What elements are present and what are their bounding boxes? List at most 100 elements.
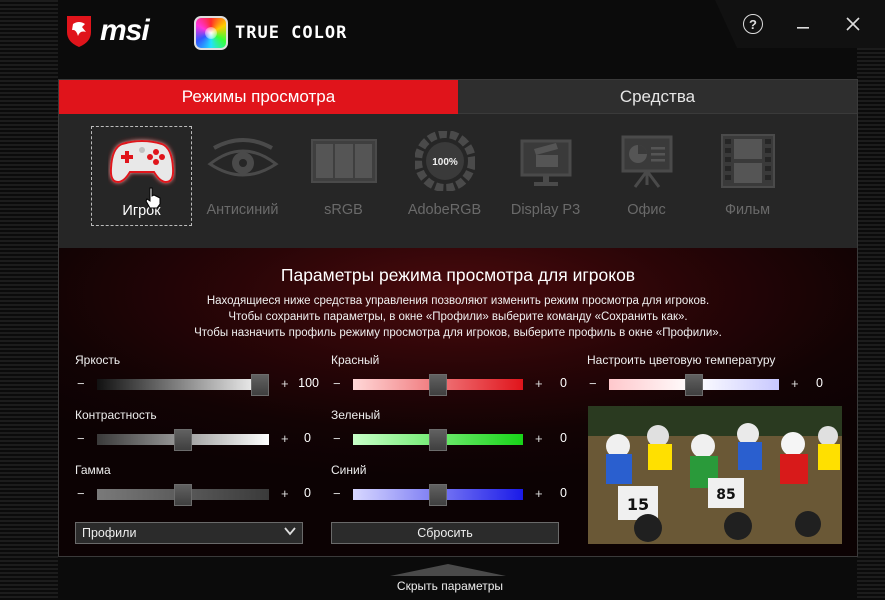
red-slider[interactable]: − + 0 bbox=[331, 374, 571, 396]
decrease-icon[interactable]: − bbox=[77, 376, 85, 391]
product-name: TRUE COLOR bbox=[235, 23, 348, 43]
decrease-icon[interactable]: − bbox=[333, 376, 341, 391]
mode-anti-blue[interactable]: Антисиний bbox=[192, 126, 293, 226]
gamma-track[interactable] bbox=[97, 484, 269, 506]
decrease-icon[interactable]: − bbox=[77, 486, 85, 501]
gamma-label: Гамма bbox=[75, 463, 111, 477]
question-circle-icon: ? bbox=[743, 14, 763, 34]
mode-label: Display P3 bbox=[510, 202, 581, 218]
msi-logo: msi bbox=[64, 14, 150, 48]
brightness-label: Яркость bbox=[75, 353, 121, 367]
srgb-panels-icon bbox=[310, 139, 377, 183]
mode-label: sRGB bbox=[324, 202, 363, 218]
eye-icon bbox=[206, 138, 279, 177]
mode-label: Фильм bbox=[724, 202, 771, 218]
mode-movie[interactable]: Фильм bbox=[697, 126, 798, 226]
window-controls: ? bbox=[715, 0, 885, 48]
parameters-title: Параметры режима просмотра для игроков bbox=[280, 265, 636, 285]
red-track[interactable] bbox=[353, 374, 523, 396]
description-line: Чтобы назначить профиль режиму просмотра… bbox=[194, 327, 722, 339]
slider-thumb[interactable] bbox=[685, 374, 703, 396]
color-temperature-slider[interactable]: − + 0 bbox=[587, 374, 842, 396]
green-slider[interactable]: − + 0 bbox=[331, 429, 571, 451]
blue-track[interactable] bbox=[353, 484, 523, 506]
blue-label: Синий bbox=[331, 463, 367, 477]
movie-monitor-icon bbox=[520, 139, 571, 186]
tab-bar: Режимы просмотра Средства bbox=[59, 80, 857, 114]
mode-parameters-section: Параметры режима просмотра для игроков Н… bbox=[59, 248, 857, 556]
slider-thumb[interactable] bbox=[429, 429, 447, 451]
description-line: Находящиеся ниже средства управления поз… bbox=[206, 295, 710, 307]
increase-icon[interactable]: + bbox=[281, 376, 289, 391]
slider-thumb[interactable] bbox=[429, 374, 447, 396]
brightness-track[interactable] bbox=[97, 374, 269, 396]
hand-cursor-icon bbox=[145, 187, 161, 209]
preview-image: 15 85 bbox=[588, 406, 842, 544]
collapse-arrow-icon bbox=[390, 564, 506, 576]
mode-adobergb[interactable]: 100% AdobeRGB bbox=[394, 126, 495, 226]
color-temperature-label: Настроить цветовую температуру bbox=[587, 353, 776, 367]
mode-label: AdobeRGB bbox=[407, 202, 482, 218]
profiles-dropdown[interactable]: Профили bbox=[75, 522, 303, 544]
contrast-label: Контрастность bbox=[75, 408, 157, 422]
mode-srgb[interactable]: sRGB bbox=[293, 126, 394, 226]
contrast-value: 0 bbox=[304, 431, 311, 445]
minimize-icon bbox=[797, 27, 809, 29]
decrease-icon[interactable]: − bbox=[333, 486, 341, 501]
presentation-board-icon bbox=[621, 135, 672, 188]
brightness-value: 100 bbox=[298, 376, 319, 390]
reset-button[interactable]: Сбросить bbox=[331, 522, 559, 544]
svg-text:15: 15 bbox=[627, 495, 649, 514]
adobergb-dial-icon: 100% bbox=[414, 131, 475, 191]
contrast-slider[interactable]: − + 0 bbox=[75, 429, 325, 451]
decorative-stripes-left bbox=[0, 0, 58, 600]
mode-label: Офис bbox=[627, 202, 666, 218]
true-color-logo: TRUE COLOR bbox=[194, 16, 347, 50]
tab-view-modes[interactable]: Режимы просмотра bbox=[59, 80, 458, 114]
decrease-icon[interactable]: − bbox=[589, 376, 597, 391]
hide-parameters-button[interactable]: Скрыть параметры bbox=[380, 560, 520, 600]
color-temperature-track[interactable] bbox=[609, 374, 779, 396]
decrease-icon[interactable]: − bbox=[77, 431, 85, 446]
hide-parameters-label: Скрыть параметры bbox=[396, 579, 504, 593]
description-line: Чтобы сохранить параметры, в окне «Профи… bbox=[228, 311, 688, 323]
help-button[interactable]: ? bbox=[743, 14, 763, 34]
slider-thumb[interactable] bbox=[429, 484, 447, 506]
mode-office[interactable]: Офис bbox=[596, 126, 697, 226]
close-icon bbox=[846, 17, 860, 31]
main-panel: Режимы просмотра Средства Игрок Антисини… bbox=[58, 79, 858, 557]
slider-thumb[interactable] bbox=[174, 484, 192, 506]
parameters-description: Находящиеся ниже средства управления поз… bbox=[59, 293, 857, 341]
red-label: Красный bbox=[331, 353, 380, 367]
close-button[interactable] bbox=[843, 14, 863, 34]
mode-gamer[interactable]: Игрок bbox=[91, 126, 192, 226]
gamma-value: 0 bbox=[304, 486, 311, 500]
tab-tools[interactable]: Средства bbox=[458, 80, 857, 114]
gamepad-icon bbox=[109, 140, 174, 184]
green-track[interactable] bbox=[353, 429, 523, 451]
green-value: 0 bbox=[560, 431, 567, 445]
view-mode-list: Игрок Антисиний sRGB 100% AdobeRGB Displ… bbox=[59, 114, 857, 248]
brand-name: msi bbox=[100, 14, 150, 47]
blue-slider[interactable]: − + 0 bbox=[331, 484, 571, 506]
slider-thumb[interactable] bbox=[174, 429, 192, 451]
msi-dragon-icon bbox=[67, 16, 91, 47]
red-value: 0 bbox=[560, 376, 567, 390]
blue-value: 0 bbox=[560, 486, 567, 500]
minimize-button[interactable] bbox=[793, 14, 813, 34]
profiles-dropdown-value: Профили bbox=[82, 526, 137, 540]
mode-display-p3[interactable]: Display P3 bbox=[495, 126, 596, 226]
contrast-track[interactable] bbox=[97, 429, 269, 451]
green-label: Зеленый bbox=[331, 408, 381, 422]
chevron-down-icon bbox=[283, 524, 297, 544]
color-temperature-value: 0 bbox=[816, 376, 823, 390]
svg-text:85: 85 bbox=[716, 487, 735, 503]
gamma-slider[interactable]: − + 0 bbox=[75, 484, 325, 506]
slider-thumb[interactable] bbox=[251, 374, 269, 396]
mode-label: Антисиний bbox=[206, 202, 279, 218]
adobergb-badge: 100% bbox=[432, 157, 458, 168]
decrease-icon[interactable]: − bbox=[333, 431, 341, 446]
film-strip-icon bbox=[720, 134, 775, 188]
decorative-stripes-right bbox=[857, 0, 885, 600]
brightness-slider[interactable]: − + 100 bbox=[75, 374, 325, 396]
